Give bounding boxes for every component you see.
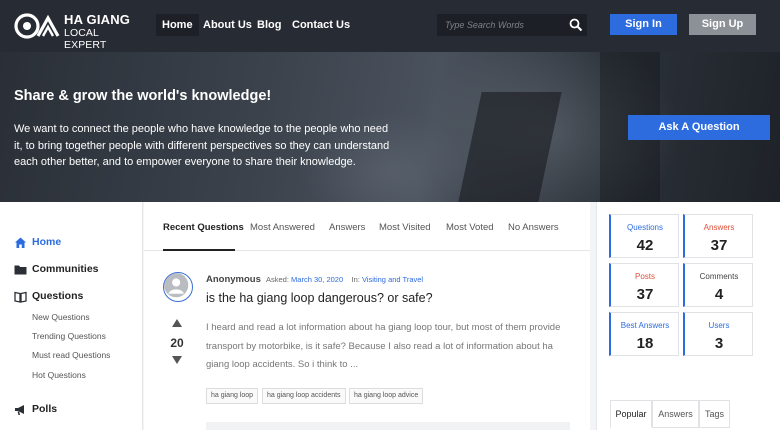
- megaphone-icon: [15, 405, 24, 415]
- question-excerpt: I heard and read a lot information about…: [206, 322, 561, 370]
- stat-value: 37: [710, 237, 728, 254]
- stat-label: Posts: [634, 272, 655, 281]
- tab-most-voted[interactable]: Most Voted: [446, 222, 494, 233]
- stat-value: 4: [714, 286, 724, 303]
- widget-tab-tags[interactable]: Tags: [699, 400, 730, 428]
- widget-tab-answers[interactable]: Answers: [652, 400, 699, 428]
- tab-no-answers[interactable]: No Answers: [508, 222, 559, 233]
- user-avatar-icon: [164, 273, 189, 298]
- logo-title: HA GIANG: [64, 12, 131, 27]
- nav-about-us[interactable]: About Us: [203, 14, 252, 36]
- stat-value: 18: [636, 335, 654, 352]
- main-content: Recent Questions Most Answered Answers M…: [144, 202, 590, 430]
- stat-value: 37: [636, 286, 654, 303]
- upvote-arrow-icon[interactable]: [172, 319, 182, 327]
- asked-label: Asked:: [266, 275, 289, 284]
- question-category-link[interactable]: Visiting and Travel: [362, 275, 423, 284]
- sidebar-subitem-hot-questions[interactable]: Hot Questions: [32, 370, 86, 382]
- sidebar-subitem-trending-questions[interactable]: Trending Questions: [32, 331, 106, 343]
- nav-home[interactable]: Home: [156, 14, 199, 36]
- logo-subtitle: LOCAL EXPERT: [64, 27, 107, 51]
- home-icon: [15, 237, 26, 248]
- search-box: [437, 14, 587, 36]
- sidebar-item-label: Polls: [32, 403, 58, 415]
- tab-answers[interactable]: Answers: [329, 222, 365, 233]
- ask-question-button[interactable]: Ask A Question: [628, 115, 770, 140]
- question-tag[interactable]: ha giang loop: [206, 388, 259, 404]
- folder-icon: [14, 265, 27, 275]
- stat-label: Answers: [703, 223, 735, 232]
- hero-banner: Share & grow the world's knowledge! We w…: [0, 52, 780, 202]
- question-date-link[interactable]: March 30, 2020: [291, 275, 343, 284]
- hero-title: Share & grow the world's knowledge!: [14, 88, 272, 104]
- stat-users: Users 3: [683, 312, 753, 356]
- sign-up-button[interactable]: Sign Up: [689, 14, 756, 35]
- nav-contact-us[interactable]: Contact Us: [292, 14, 350, 36]
- tab-recent-questions[interactable]: Recent Questions: [163, 222, 244, 233]
- sign-in-button[interactable]: Sign In: [610, 14, 677, 35]
- avatar[interactable]: [163, 272, 193, 302]
- stat-posts: Posts 37: [609, 263, 679, 307]
- sidebar-item-label: Communities: [32, 263, 99, 275]
- sidebar-item-label: Home: [32, 236, 62, 248]
- stats-sidebar: Questions 42 Answers 37 Posts 37 Comment…: [596, 202, 780, 430]
- stat-value: 3: [714, 335, 724, 352]
- stat-label: Users: [708, 321, 730, 330]
- answer-area: [206, 422, 570, 430]
- vote-count: 20: [170, 336, 184, 350]
- stat-label: Best Answers: [620, 321, 670, 330]
- hero-description: We want to connect the people who have k…: [14, 123, 390, 168]
- search-input[interactable]: [437, 14, 562, 36]
- downvote-arrow-icon[interactable]: [172, 356, 182, 364]
- sidebar-subitem-must-read-questions[interactable]: Must read Questions: [32, 350, 110, 362]
- book-icon: [14, 291, 27, 303]
- nav-blog[interactable]: Blog: [257, 14, 281, 36]
- sidebar-item-label: Questions: [32, 290, 84, 302]
- question-author[interactable]: Anonymous: [206, 274, 261, 285]
- stat-label: Questions: [626, 223, 664, 232]
- question-title[interactable]: is the ha giang loop dangerous? or safe?: [206, 291, 433, 305]
- active-tab-indicator: [163, 249, 235, 251]
- logo-mark-icon: [14, 13, 60, 39]
- widget-tab-popular[interactable]: Popular: [610, 400, 652, 428]
- stat-questions: Questions 42: [609, 214, 679, 258]
- site-logo[interactable]: HA GIANG LOCAL EXPERT: [14, 10, 134, 51]
- top-header: HA GIANG LOCAL EXPERT Home About Us Blog…: [0, 0, 780, 52]
- question-tabs: Recent Questions Most Answered Answers M…: [144, 202, 590, 251]
- question-meta: Asked: March 30, 2020 In: Visiting and T…: [266, 275, 423, 284]
- stat-best-answers: Best Answers 18: [609, 312, 679, 356]
- tab-most-visited[interactable]: Most Visited: [379, 222, 431, 233]
- stat-comments: Comments 4: [683, 263, 753, 307]
- stat-label: Comments: [699, 272, 739, 281]
- stat-value: 42: [636, 237, 654, 254]
- question-tag[interactable]: ha giang loop advice: [349, 388, 424, 404]
- tab-most-answered[interactable]: Most Answered: [250, 222, 315, 233]
- question-tag[interactable]: ha giang loop accidents: [262, 388, 346, 404]
- sidebar-subitem-new-questions[interactable]: New Questions: [32, 312, 90, 324]
- left-sidebar: Home Communities Questions New Questions…: [0, 202, 143, 430]
- search-icon[interactable]: [569, 18, 583, 32]
- stat-answers: Answers 37: [683, 214, 753, 258]
- category-label: In:: [351, 275, 360, 284]
